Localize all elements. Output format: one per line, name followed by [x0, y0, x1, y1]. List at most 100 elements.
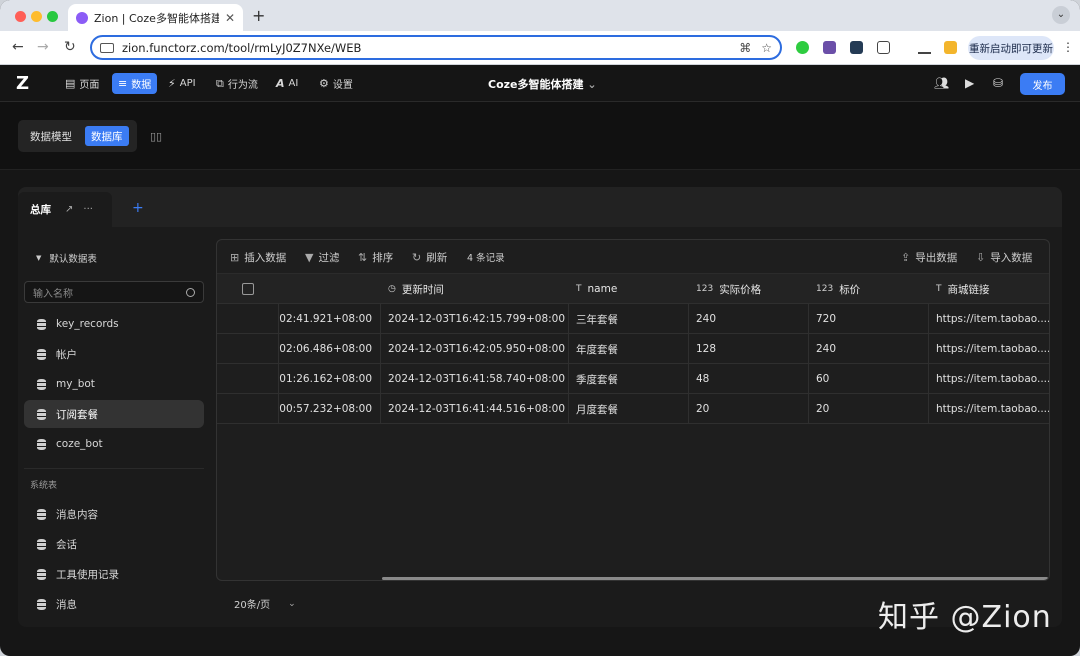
sidebar-item-subscription[interactable]: 订阅套餐	[24, 400, 204, 428]
zion-logo[interactable]: Z	[16, 74, 36, 94]
back-icon[interactable]: ←	[12, 39, 24, 55]
cell-list-price[interactable]: 20	[809, 394, 929, 424]
restart-update-button[interactable]: 重新启动即可更新	[968, 36, 1054, 60]
extension-icon[interactable]	[823, 41, 836, 54]
cell-link[interactable]: https://item.taobao....	[929, 394, 1049, 424]
cell-created[interactable]: :02:06.486+08:00	[279, 334, 381, 364]
cell-name[interactable]: 季度套餐	[569, 364, 689, 394]
cell-link[interactable]: https://item.taobao....	[929, 334, 1049, 364]
column-header-list-price[interactable]: 123 标价	[809, 274, 929, 304]
extensions-puzzle-icon[interactable]	[877, 41, 890, 54]
cell-actual-price[interactable]: 48	[689, 364, 809, 394]
react-devtools-icon[interactable]	[850, 41, 863, 54]
nav-flow[interactable]: ⧉ 行为流	[210, 73, 264, 94]
cell-updated[interactable]: 2024-12-03T16:41:58.740+08:00	[381, 364, 569, 394]
select-all-checkbox[interactable]	[242, 283, 254, 295]
cell-link[interactable]: https://item.taobao....	[929, 364, 1049, 394]
download-icon[interactable]	[918, 41, 931, 54]
nav-api[interactable]: ⚡ API	[162, 73, 202, 94]
refresh-button[interactable]: ↻ 刷新	[412, 250, 447, 265]
url-text: zion.functorz.com/tool/rmLyJ0Z7NXe/WEB	[122, 40, 362, 55]
cell-created[interactable]: :00:57.232+08:00	[279, 394, 381, 424]
nav-ai[interactable]: A AI	[270, 73, 304, 94]
data-table-panel: ⊞ 插入数据 ▼ 过滤 ⇅ 排序 ↻ 刷新 4 条记录 ⇪ 导出数据 ⇩ 导入数据 ◷ 更新时…	[216, 239, 1050, 581]
sidebar-item-tool-usage[interactable]: 工具使用记录	[24, 560, 204, 588]
horizontal-scrollbar[interactable]	[382, 577, 1048, 580]
cell-actual-price[interactable]: 128	[689, 334, 809, 364]
number-type-icon: 123	[696, 284, 714, 294]
cell-created[interactable]: :01:26.162+08:00	[279, 364, 381, 394]
sidebar-item-account[interactable]: 帐户	[24, 340, 204, 368]
cell-name[interactable]: 三年套餐	[569, 304, 689, 334]
reload-icon[interactable]: ↻	[64, 39, 76, 55]
chevron-down-icon: ⌄	[587, 78, 597, 91]
chevron-down-icon[interactable]: ⌄	[1052, 6, 1070, 24]
publish-button[interactable]: 发布	[1020, 73, 1065, 95]
cell-created[interactable]: :02:41.921+08:00	[279, 304, 381, 334]
forward-icon[interactable]: →	[37, 39, 49, 55]
sort-button[interactable]: ⇅ 排序	[358, 250, 393, 265]
new-tab-icon[interactable]: +	[252, 6, 265, 25]
sidebar-item-key-records[interactable]: key_records	[24, 310, 204, 338]
database-tab[interactable]: 数据库	[85, 126, 129, 146]
translate-icon[interactable]: ⌘	[739, 41, 751, 55]
filter-button[interactable]: ▼ 过滤	[305, 250, 339, 265]
cell-list-price[interactable]: 720	[809, 304, 929, 334]
default-tables-group[interactable]: ▼ 默认数据表	[36, 251, 97, 265]
close-window-button[interactable]	[15, 11, 26, 22]
sidebar-item-my-bot[interactable]: my_bot	[24, 370, 204, 398]
extension-icon[interactable]	[796, 41, 809, 54]
nav-pages[interactable]: ▤ 页面	[59, 73, 105, 94]
column-header-updated[interactable]: ◷ 更新时间	[381, 274, 569, 304]
sidebar-item-conversation[interactable]: 会话	[24, 530, 204, 558]
external-link-icon[interactable]: ↗	[65, 204, 73, 215]
data-model-tab[interactable]: 数据模型	[24, 126, 78, 146]
sidebar-item-message-content[interactable]: 消息内容	[24, 500, 204, 528]
tab-main-library[interactable]: 总库 ↗ ···	[18, 192, 112, 227]
cell-updated[interactable]: 2024-12-03T16:42:15.799+08:00	[381, 304, 569, 334]
address-bar[interactable]: zion.functorz.com/tool/rmLyJ0Z7NXe/WEB ⌘…	[90, 35, 782, 60]
table-row[interactable]: :00:57.232+08:00 2024-12-03T16:41:44.516…	[217, 394, 1049, 424]
column-header-link[interactable]: T 商城链接	[929, 274, 1049, 304]
maximize-window-button[interactable]	[47, 11, 58, 22]
nav-data[interactable]: ≡ 数据	[112, 73, 158, 94]
column-header-actual-price[interactable]: 123 实际价格	[689, 274, 809, 304]
cell-name[interactable]: 月度套餐	[569, 394, 689, 424]
cell-updated[interactable]: 2024-12-03T16:42:05.950+08:00	[381, 334, 569, 364]
cell-link[interactable]: https://item.taobao....	[929, 304, 1049, 334]
play-icon[interactable]: ▶	[965, 76, 974, 90]
export-data-button[interactable]: ⇪ 导出数据	[901, 250, 957, 265]
add-icon[interactable]: +	[132, 200, 144, 216]
table-row[interactable]: :01:26.162+08:00 2024-12-03T16:41:58.740…	[217, 364, 1049, 394]
more-icon[interactable]: ···	[83, 204, 93, 215]
insert-data-button[interactable]: ⊞ 插入数据	[230, 250, 286, 265]
book-icon[interactable]: ▯▯	[150, 130, 162, 143]
cell-actual-price[interactable]: 20	[689, 394, 809, 424]
database-settings-icon[interactable]: ⛁	[993, 76, 1003, 90]
cell-actual-price[interactable]: 240	[689, 304, 809, 334]
sidebar-item-coze-bot[interactable]: coze_bot	[24, 430, 204, 458]
site-info-icon[interactable]	[100, 42, 114, 53]
nav-settings[interactable]: ⚙ 设置	[313, 73, 359, 94]
cell-list-price[interactable]: 60	[809, 364, 929, 394]
users-icon[interactable]: 👥︎	[934, 76, 949, 90]
table-search-input[interactable]: 输入名称	[24, 281, 204, 303]
bookmark-star-icon[interactable]: ☆	[761, 41, 772, 55]
column-header-name[interactable]: Tname	[569, 274, 689, 304]
database-tabs: 总库 ↗ ··· +	[18, 187, 1062, 227]
more-menu-icon[interactable]: ⋮	[1062, 40, 1074, 54]
table-row[interactable]: :02:41.921+08:00 2024-12-03T16:42:15.799…	[217, 304, 1049, 334]
import-data-button[interactable]: ⇩ 导入数据	[976, 250, 1032, 265]
cell-updated[interactable]: 2024-12-03T16:41:44.516+08:00	[381, 394, 569, 424]
profile-icon[interactable]	[944, 41, 957, 54]
page-size-select[interactable]: 20条/页 ⌄	[234, 596, 296, 612]
search-icon[interactable]	[186, 287, 195, 297]
close-icon[interactable]: ✕	[225, 11, 235, 25]
sidebar-item-message[interactable]: 消息	[24, 590, 204, 618]
browser-tab[interactable]: Zion | Coze多智能体搭建 ✕	[68, 4, 243, 31]
table-row[interactable]: :02:06.486+08:00 2024-12-03T16:42:05.950…	[217, 334, 1049, 364]
minimize-window-button[interactable]	[31, 11, 42, 22]
project-title-dropdown[interactable]: Coze多智能体搭建 ⌄	[488, 76, 597, 92]
cell-list-price[interactable]: 240	[809, 334, 929, 364]
cell-name[interactable]: 年度套餐	[569, 334, 689, 364]
